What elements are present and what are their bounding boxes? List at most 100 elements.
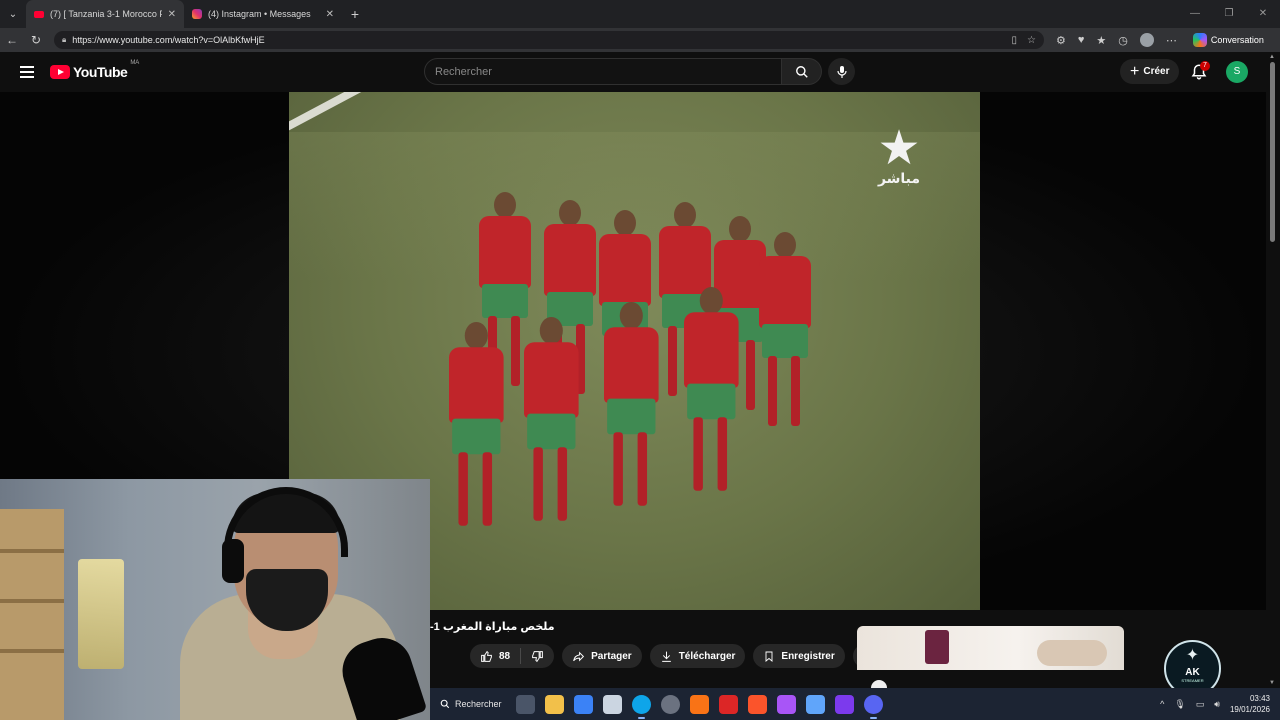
page-scrollbar[interactable]: ▲ ▼ [1266,52,1280,688]
edge-browser-icon[interactable] [632,694,651,719]
save-label: Enregistrer [781,650,835,662]
minimize-icon[interactable]: — [1178,0,1212,28]
microphone-icon [836,65,847,78]
streamer-logo-text: AK [1185,667,1200,678]
taskbar-search[interactable]: Rechercher [436,693,506,715]
search-bar [424,58,855,85]
like-button[interactable]: 88 [470,650,520,663]
favorite-star-icon[interactable]: ☆ [1027,35,1036,46]
clock-date: 19/01/2026 [1229,705,1270,714]
wps-office-icon[interactable] [719,694,738,714]
sponsored-ad-banner[interactable] [857,626,1124,670]
country-code: MA [130,60,140,66]
video-title: ملخص مباراة المغرب 1- [430,621,555,633]
webcam-overlay [0,479,430,720]
youtube-logo[interactable]: YouTube MA [50,60,139,80]
share-label: Partager [591,650,632,662]
share-arrow-icon [573,651,585,661]
file-explorer-icon[interactable] [545,694,564,714]
search-icon [795,65,808,78]
close-tab-icon[interactable]: ✕ [326,9,334,20]
history-icon[interactable]: ◷ [1118,34,1128,47]
close-window-icon[interactable]: ✕ [1246,0,1280,28]
ad-lifestyle-image [1037,640,1107,666]
browser-tab-bar: ⌄ (7) [ Tanzania 3-1 Morocco Full Hi ✕ (… [0,0,1280,28]
clock-time: 03:43 [1249,694,1270,703]
more-options-icon[interactable]: ⋯ [1166,34,1177,47]
channel-watermark: ★ مباشر [869,122,929,187]
save-button[interactable]: Enregistrer [753,644,845,668]
share-button[interactable]: Partager [562,644,642,668]
windows-taskbar: Rechercher ^ 🎙︎ ▭ 🔊︎ 03:43 19/01/2026 [430,688,1280,720]
youtube-icon [34,10,44,18]
tab-instagram[interactable]: (4) Instagram • Messages ✕ [184,0,342,28]
tab-youtube[interactable]: (7) [ Tanzania 3-1 Morocco Full Hi ✕ [26,0,184,28]
download-button[interactable]: Télécharger [649,644,746,668]
new-tab-button[interactable]: + [342,6,368,22]
task-view-icon[interactable] [516,694,535,714]
brave-nightly-icon[interactable] [777,694,796,714]
system-tray: ^ 🎙︎ ▭ 🔊︎ 03:43 19/01/2026 [1160,693,1270,715]
browser-essentials-icon[interactable]: ♥ [1078,34,1085,46]
reload-icon[interactable]: ↻ [24,33,48,47]
restore-icon[interactable]: ❐ [1212,0,1246,28]
search-input[interactable] [424,58,782,85]
logo-text: YouTube [73,64,128,80]
search-button[interactable] [782,58,822,85]
extensions-icon[interactable]: ⚙ [1056,34,1066,47]
tab-title: (4) Instagram • Messages [208,9,311,19]
tab-actions-menu-icon[interactable]: ⌄ [0,0,26,28]
notification-badge: 7 [1200,61,1210,71]
site-info-icon[interactable]: 🔒︎ [62,35,66,45]
channel-watermark-text: مباشر [877,170,921,186]
url-text: https://www.youtube.com/watch?v=OlAlbKfw… [72,35,265,45]
address-bar-row: ← ↻ 🔒︎ https://www.youtube.com/watch?v=O… [0,28,1280,52]
profile-avatar[interactable] [1139,33,1154,47]
taskbar-search-label: Rechercher [455,699,502,709]
photos-icon[interactable] [806,694,825,714]
vlc-icon[interactable] [690,694,709,714]
chevron-up-icon[interactable]: ^ [1160,699,1164,709]
copilot-button[interactable]: Conversation [1187,31,1270,49]
ad-info-row [857,670,1124,696]
close-tab-icon[interactable]: ✕ [168,9,176,20]
download-label: Télécharger [678,650,736,662]
back-arrow-icon[interactable]: ← [0,33,24,47]
copilot-icon [1192,33,1207,47]
discord-icon[interactable] [864,694,883,719]
download-icon [661,651,671,662]
menu-icon[interactable] [20,66,34,78]
immersive-reader-icon[interactable]: ▯ [1012,35,1018,46]
ad-product-image [925,630,949,664]
network-icon[interactable]: ▭ [1196,699,1205,710]
search-icon [440,699,450,709]
youtube-play-icon [50,65,70,79]
lamp [78,559,124,669]
create-button[interactable]: + Créer [1120,59,1180,84]
scrollbar-thumb[interactable] [1270,62,1275,242]
window-controls: — ❐ ✕ [1178,0,1280,28]
shelf [0,509,64,720]
headphone-cup [222,539,244,583]
like-dislike-group: 88 [470,644,555,668]
chatgpt-icon[interactable] [661,694,680,714]
favorites-icon[interactable]: ★ [1096,34,1106,47]
snipping-tool-icon[interactable] [603,694,622,714]
microphone-tray-icon[interactable]: 🎙︎ [1174,699,1185,710]
dislike-button[interactable] [521,650,554,663]
next-app-icon[interactable] [835,694,854,714]
brave-icon[interactable] [748,694,767,714]
microsoft-store-icon[interactable] [574,694,593,714]
scroll-down-icon[interactable]: ▼ [1269,680,1275,686]
bookmark-icon [765,651,773,662]
voice-search-button[interactable] [828,58,855,85]
eagle-icon: ✦ [1185,647,1200,664]
volume-icon[interactable]: 🔊︎ [1214,699,1220,710]
star-logo-icon: ★ [877,122,921,175]
plus-icon: + [1130,62,1140,80]
user-avatar[interactable]: S [1226,61,1248,83]
taskbar-clock[interactable]: 03:43 19/01/2026 [1230,693,1270,715]
url-field[interactable]: 🔒︎ https://www.youtube.com/watch?v=OlAlb… [54,31,1044,49]
scroll-up-icon[interactable]: ▲ [1269,54,1275,60]
thumbs-up-icon [481,650,492,662]
